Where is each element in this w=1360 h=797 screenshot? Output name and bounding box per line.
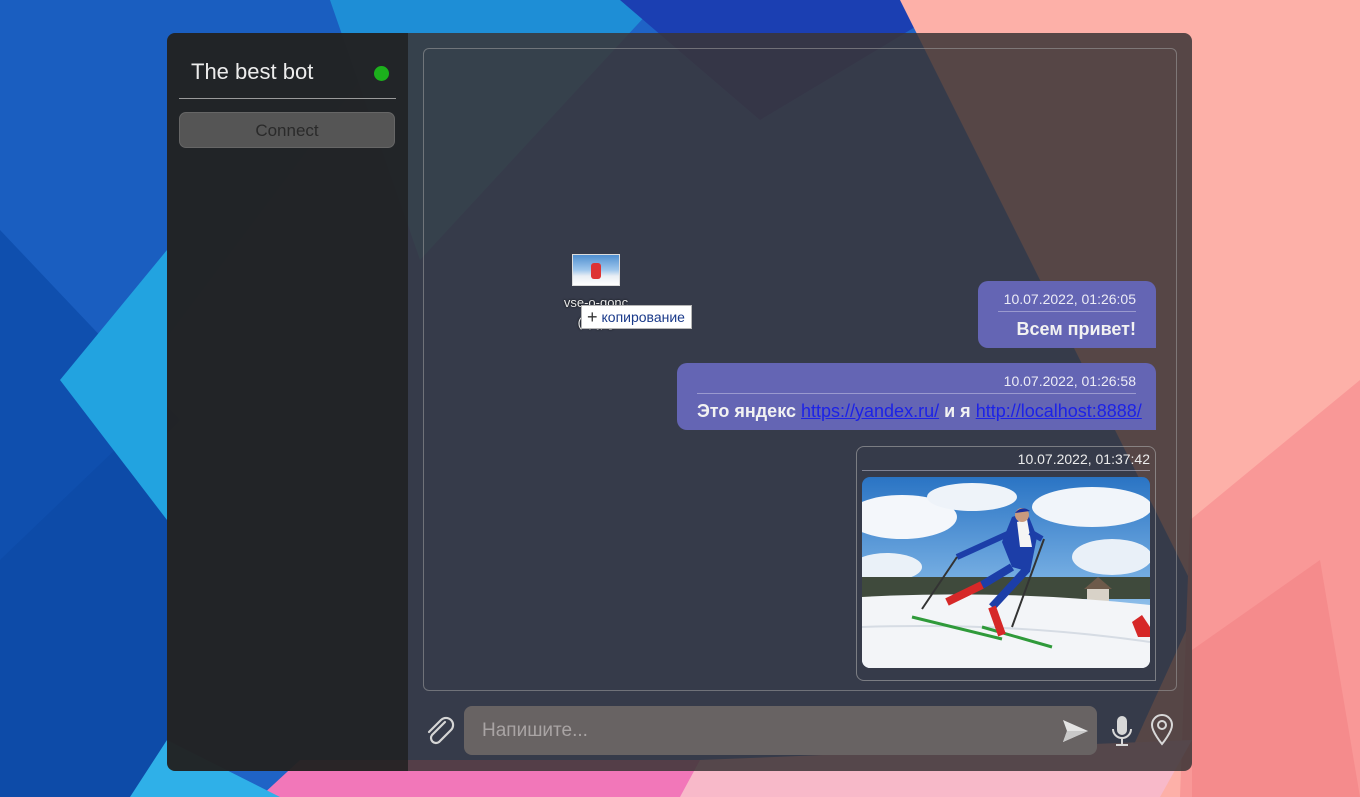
message-text-part: Это яндекс (697, 401, 796, 421)
online-status-indicator (374, 66, 389, 81)
sidebar: The best bot Connect (167, 33, 408, 771)
drag-copy-label: копирование (601, 309, 685, 325)
message-text: Всем привет! (1016, 319, 1136, 339)
location-pin-icon[interactable] (1149, 714, 1175, 746)
message-timestamp: 10.07.2022, 01:37:42 (862, 451, 1150, 471)
image-message: 10.07.2022, 01:37:42 (856, 446, 1156, 681)
paperclip-icon[interactable] (423, 714, 457, 748)
message-timestamp: 10.07.2022, 01:26:05 (998, 291, 1136, 312)
connect-button[interactable]: Connect (179, 112, 395, 148)
message-timestamp: 10.07.2022, 01:26:58 (697, 373, 1136, 394)
message-link-yandex[interactable]: https://yandex.ru/ (801, 401, 939, 421)
microphone-icon[interactable] (1110, 715, 1134, 747)
message-link-localhost[interactable]: http://localhost:8888/ (976, 401, 1142, 421)
message-input[interactable] (464, 706, 1097, 755)
sidebar-header: The best bot (179, 46, 396, 99)
message-bubble: 10.07.2022, 01:26:58 Это яндекс https://… (677, 363, 1156, 430)
dragged-file-thumbnail (572, 254, 620, 286)
message-list[interactable]: vse-o-gonc (1).jpg + копирование 10.07.2… (423, 48, 1177, 691)
skier-photo[interactable] (862, 477, 1150, 668)
message-text-part: и я (944, 401, 971, 421)
plus-icon: + (587, 307, 598, 327)
message-text: Это яндекс https://yandex.ru/ и я http:/… (697, 394, 1142, 422)
message-bubble: 10.07.2022, 01:26:05 Всем привет! (978, 281, 1156, 348)
drag-copy-tooltip: + копирование (581, 305, 692, 329)
chat-panel: vse-o-gonc (1).jpg + копирование 10.07.2… (408, 33, 1192, 771)
send-icon[interactable] (1061, 717, 1089, 745)
chat-app-window: The best bot Connect vse-o-gonc (1).jpg … (167, 33, 1192, 771)
bot-name: The best bot (191, 59, 314, 84)
